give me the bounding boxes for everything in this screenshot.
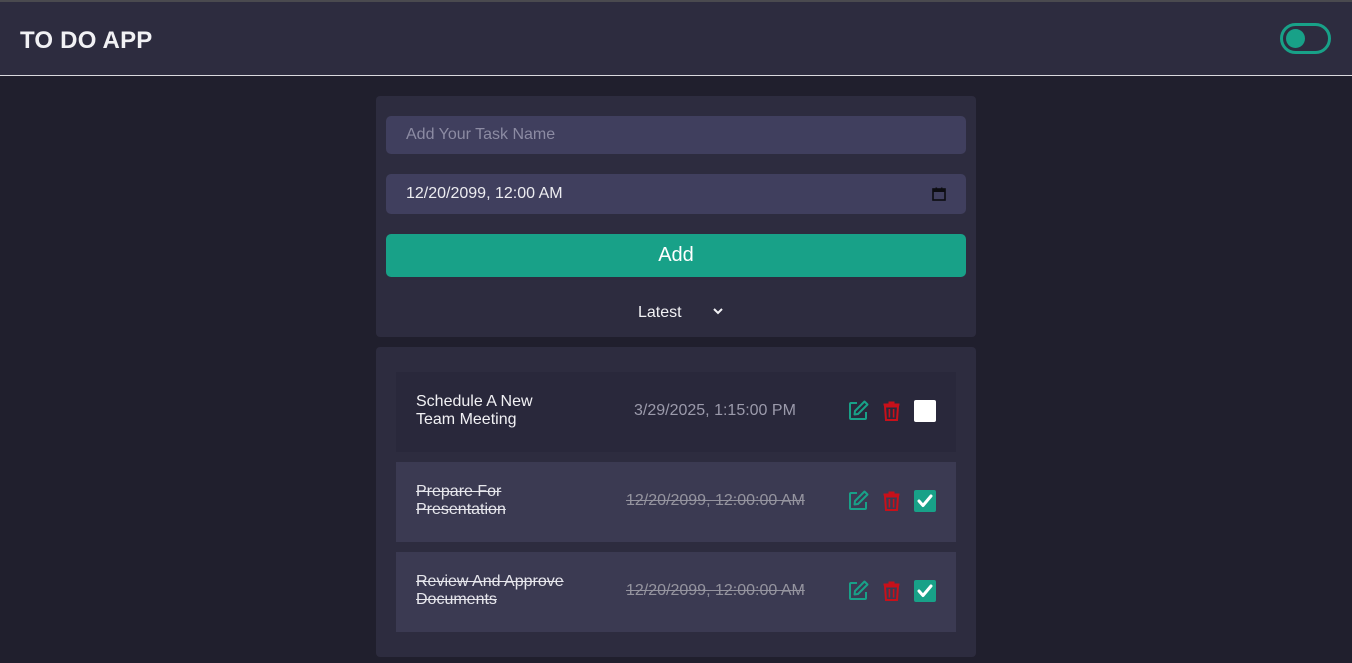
task-name: Review And Approve Documents: [416, 573, 564, 608]
checkmark-icon: [917, 584, 933, 597]
checkmark-icon: [917, 494, 933, 507]
task-row: Schedule A New Team Meeting 3/29/2025, 1…: [396, 372, 956, 452]
task-list: Schedule A New Team Meeting 3/29/2025, 1…: [376, 347, 976, 657]
chevron-down-icon: [713, 308, 723, 315]
task-complete-checkbox[interactable]: [914, 580, 936, 602]
task-name: Prepare For Presentation: [416, 483, 506, 518]
app-header: TO DO APP: [0, 2, 1352, 76]
task-name: Schedule A New Team Meeting: [416, 393, 533, 428]
task-date: 3/29/2025, 1:15:00 PM: [634, 402, 796, 419]
theme-toggle[interactable]: [1280, 23, 1331, 54]
trash-icon[interactable]: [883, 581, 900, 601]
task-name-input[interactable]: [386, 116, 966, 154]
task-row: Review And Approve Documents 12/20/2099,…: [396, 552, 956, 632]
task-row: Prepare For Presentation 12/20/2099, 12:…: [396, 462, 956, 542]
calendar-icon[interactable]: [932, 187, 946, 201]
task-date: 12/20/2099, 12:00:00 AM: [626, 492, 805, 509]
trash-icon[interactable]: [883, 491, 900, 511]
due-date-value: 12/20/2099, 12:00 AM: [406, 185, 563, 202]
sort-select[interactable]: Latest: [638, 302, 728, 324]
edit-icon[interactable]: [848, 490, 869, 511]
task-complete-checkbox[interactable]: [914, 400, 936, 422]
task-complete-checkbox[interactable]: [914, 490, 936, 512]
app-title: TO DO APP: [20, 27, 153, 54]
sort-select-value: Latest: [638, 304, 682, 321]
task-form: 12/20/2099, 12:00 AM Add Latest: [376, 96, 976, 337]
add-task-button[interactable]: Add: [386, 234, 966, 277]
task-date: 12/20/2099, 12:00:00 AM: [626, 582, 805, 599]
edit-icon[interactable]: [848, 580, 869, 601]
trash-icon[interactable]: [883, 401, 900, 421]
edit-icon[interactable]: [848, 400, 869, 421]
toggle-knob: [1286, 29, 1305, 48]
due-date-input[interactable]: 12/20/2099, 12:00 AM: [386, 174, 966, 214]
